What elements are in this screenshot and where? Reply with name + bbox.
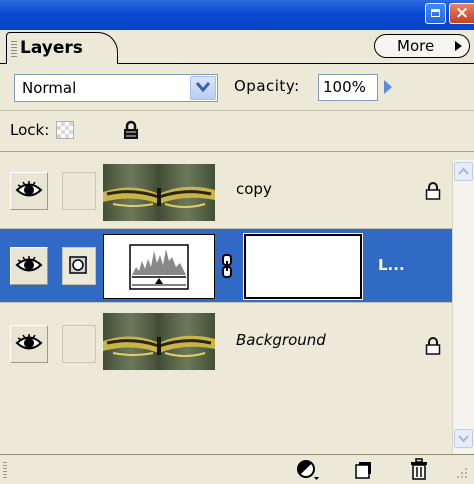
adjustment-layer-icon[interactable] <box>296 459 320 481</box>
chevron-down-icon[interactable] <box>454 429 473 448</box>
layer-list-scrollbar[interactable] <box>452 160 474 454</box>
link-cell[interactable] <box>62 325 96 363</box>
grip-icon <box>11 41 17 57</box>
eye-icon <box>15 256 43 272</box>
visibility-toggle[interactable] <box>10 172 48 210</box>
visibility-toggle[interactable] <box>10 325 48 363</box>
grip-icon <box>3 462 7 480</box>
blend-mode-value: Normal <box>22 79 77 97</box>
chain-link-icon[interactable] <box>221 254 233 278</box>
layer-row-levels[interactable]: L... <box>0 229 452 302</box>
close-button[interactable]: × <box>449 3 474 24</box>
lock-transparency-icon[interactable] <box>56 121 74 139</box>
lock-icon <box>425 337 441 355</box>
eye-icon <box>15 181 43 197</box>
layer-row-background[interactable]: Background <box>0 303 452 381</box>
tab-label: Layers <box>20 38 83 58</box>
chevron-up-icon[interactable] <box>454 162 473 181</box>
resize-grip-icon[interactable] <box>455 462 469 480</box>
layer-name: Background <box>236 331 326 349</box>
opacity-slider-arrow-icon[interactable] <box>384 80 392 94</box>
layer-name: copy <box>236 180 272 198</box>
mask-icon <box>69 256 87 274</box>
lock-icon <box>425 182 441 200</box>
layer-name: L... <box>378 256 405 274</box>
opacity-label: Opacity: <box>234 77 300 95</box>
layer-thumbnail-butterfly <box>103 313 215 370</box>
title-bar <box>0 0 474 30</box>
visibility-toggle[interactable] <box>10 247 48 285</box>
link-cell[interactable] <box>62 172 96 210</box>
levels-adjustment-icon <box>129 244 189 290</box>
eye-icon <box>15 334 43 350</box>
layer-thumbnail-butterfly <box>103 164 215 221</box>
trash-icon[interactable] <box>410 458 428 480</box>
maximize-button[interactable] <box>425 3 446 24</box>
divider <box>0 110 474 111</box>
opacity-input[interactable]: 100% <box>318 74 378 101</box>
layer-thumbnail-levels <box>103 234 215 299</box>
play-arrow-icon <box>455 41 462 51</box>
layer-row-copy[interactable]: copy <box>0 152 452 228</box>
new-layer-icon[interactable] <box>354 461 372 479</box>
layer-list: copy L... Background <box>0 152 452 454</box>
lock-label: Lock: <box>10 121 50 139</box>
lock-all-icon[interactable] <box>122 120 140 140</box>
mask-toggle[interactable] <box>62 247 96 285</box>
panel-footer <box>0 454 474 484</box>
layer-mask-thumbnail[interactable] <box>243 233 363 300</box>
chevron-down-icon <box>195 82 211 93</box>
